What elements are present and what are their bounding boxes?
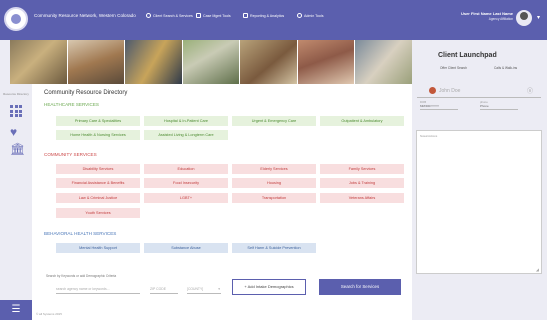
healthcare-heading: HEALTHCARE SERVICES [44,102,99,107]
tile-education[interactable]: Education [144,164,228,174]
resize-handle-icon[interactable]: ◢ [536,267,539,272]
help-icon[interactable]: ⓧ [527,86,533,95]
search-form-label: Search by Keywords or add Demographic Cr… [46,274,117,278]
dob-value: MM/DD/YYYY [420,104,458,110]
county-select[interactable]: [COUNTY] ▾ [187,284,221,294]
chevron-down-icon: ▾ [218,287,220,291]
photo-1 [10,40,67,84]
tile-self-harm[interactable]: Self Harm & Suicide Prevention [232,243,316,253]
nav-client-search-label: Client Search & Services [153,13,193,18]
dob-field[interactable]: DOB MM/DD/YYYY [420,100,458,110]
photo-3 [125,40,182,84]
tile-housing[interactable]: Housing [232,178,316,188]
nav-client-search[interactable]: Client Search & Services [146,13,193,18]
community-heading: COMMUNITY SERVICES [44,152,97,157]
org-logo[interactable] [4,7,28,31]
photo-7 [355,40,413,84]
phone-field[interactable]: phone Phone [480,100,518,110]
avatar[interactable] [516,10,532,26]
tile-home-health[interactable]: Home Health & Nursing Services [56,130,140,140]
zip-input[interactable]: ZIP CODE [150,284,178,294]
client-launchpad: Client Launchpad Offer Client Search Cal… [412,40,547,320]
user-info[interactable]: User First Name Last Name Agency Affilia… [461,11,513,21]
county-select-value: [COUNTY] [187,287,204,291]
tile-urgent-care[interactable]: Urgent & Emergency Care [232,116,316,126]
photo-6 [297,40,355,84]
nav-admin[interactable]: Admin Tools [297,13,324,18]
notes-textarea[interactable]: Notes/Actions ◢ [416,130,542,274]
client-search-placeholder: John Doe [439,87,461,94]
keyword-search-input[interactable]: search agency name or keywords... [56,284,140,294]
nav-case-mgmt-label: Case Mgmt Tools [203,13,231,18]
photo-5 [240,40,297,84]
tile-outpatient[interactable]: Outpatient & Ambulatory [320,116,404,126]
nav-case-mgmt[interactable]: Case Mgmt Tools [196,13,231,18]
institution-icon[interactable]: 🏛 [10,143,25,155]
nav-reporting-label: Reporting & Analytics [250,13,285,18]
tile-veterans[interactable]: Veterans Affairs [320,193,404,203]
search-icon [146,13,151,18]
tile-elderly[interactable]: Elderly Services [232,164,316,174]
tile-lgbt[interactable]: LGBT+ [144,193,228,203]
launchpad-title: Client Launchpad [438,52,497,59]
tile-jobs[interactable]: Jobs & Training [320,178,404,188]
page-title: Community Resource Directory [44,90,128,96]
phone-value: Phone [480,104,518,110]
tile-mental-health[interactable]: Mental Health Support [56,243,140,253]
menu-icon[interactable]: ☰ [0,300,32,320]
add-intake-demographics-button[interactable]: + Add Intake Demographics [232,279,306,295]
user-name: User First Name Last Name [460,11,513,16]
top-nav-bar: Community Resource Network, Western Colo… [0,0,547,40]
nav-admin-label: Admin Tools [304,13,324,18]
behavioral-heading: BEHAVIORAL HEALTH SERVICES [44,231,117,236]
link-offer-client-search[interactable]: Offer Client Search [440,66,467,70]
tile-youth[interactable]: Youth Services [56,208,140,218]
tile-assisted-living[interactable]: Assisted Living & Longterm Care [144,130,228,140]
tile-financial[interactable]: Financial Assistance & Benefits [56,178,140,188]
grid-icon[interactable] [10,105,22,117]
photo-4 [182,40,240,84]
client-search-field[interactable]: John Doe ⓧ [417,84,541,98]
tile-substance-abuse[interactable]: Substance Abuse [144,243,228,253]
org-title: Community Resource Network, Western Colo… [34,13,136,18]
photo-banner [10,40,413,84]
photo-2 [67,40,125,84]
tile-family[interactable]: Family Services [320,164,404,174]
link-calls-walkins[interactable]: Calls & Walk-ins [494,66,517,70]
tile-disability[interactable]: Disability Services [56,164,140,174]
rail-label: Resource Directory [3,92,29,96]
calendar-icon [196,13,201,18]
chevron-down-icon[interactable]: ▾ [537,14,540,21]
tile-food[interactable]: Food Insecurity [144,178,228,188]
gear-icon [297,13,302,18]
user-role: Agency Affiliation [488,17,513,21]
nav-reporting[interactable]: Reporting & Analytics [243,13,284,18]
heart-icon[interactable]: ♥ [10,126,22,138]
tile-law[interactable]: Law & Criminal Justice [56,193,140,203]
chart-icon [243,13,248,18]
search-for-services-button[interactable]: Search for Services [319,279,401,295]
footer-text: © all Systems 2015 [36,312,62,316]
map-pin-icon [429,87,436,94]
tile-hospital-care[interactable]: Hospital & In-Patient Care [144,116,228,126]
notes-label: Notes/Actions [420,134,438,138]
tile-primary-care[interactable]: Primary Care & Specialities [56,116,140,126]
tile-transportation[interactable]: Transportation [232,193,316,203]
